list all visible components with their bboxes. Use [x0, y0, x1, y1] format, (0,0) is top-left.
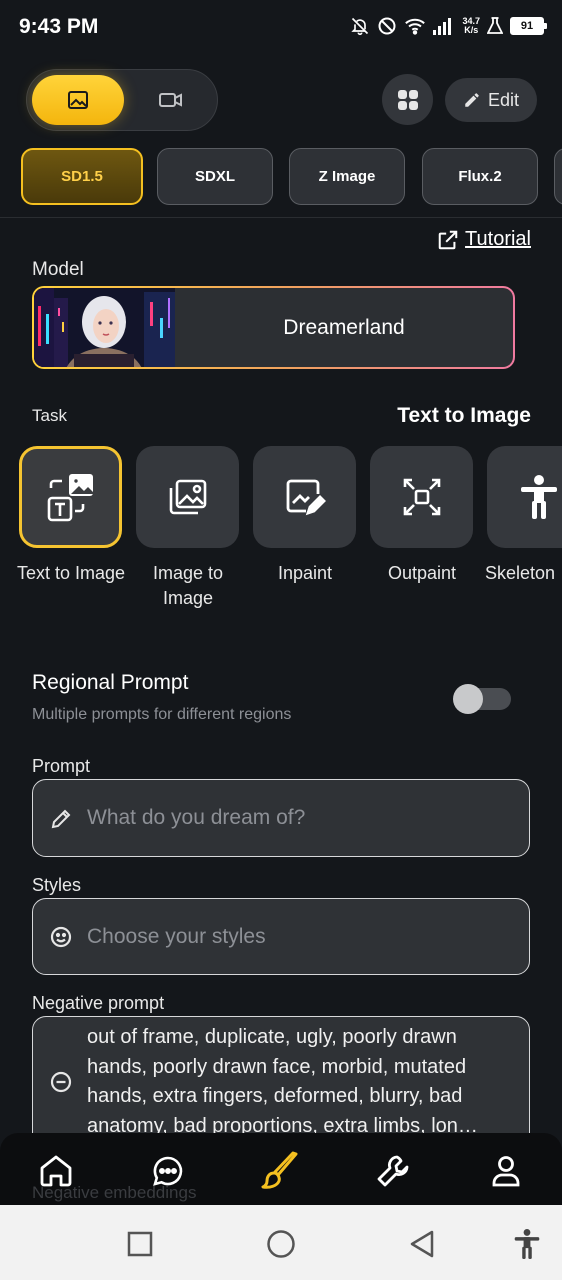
battery-indicator: 91 — [510, 17, 547, 35]
tab-flux2[interactable]: Flux.2 — [422, 148, 538, 205]
pencil-icon — [51, 809, 71, 829]
tutorial-link[interactable]: Tutorial — [437, 228, 531, 251]
divider — [0, 217, 562, 218]
styles-label: Styles — [32, 875, 82, 895]
task-inpaint-tile[interactable] — [253, 446, 356, 548]
accessibility-button[interactable] — [510, 1227, 544, 1261]
video-mode-button[interactable] — [129, 75, 213, 125]
tab-sdxl[interactable]: SDXL — [157, 148, 273, 205]
nav-profile[interactable] — [486, 1151, 526, 1191]
task-label: Text to Image — [16, 563, 126, 583]
external-link-icon — [438, 230, 458, 249]
recents-button[interactable] — [123, 1227, 157, 1261]
task-outpaint-tile[interactable] — [370, 446, 473, 548]
network-speed-unit: K/s — [464, 25, 479, 35]
system-navigation-bar — [0, 1205, 562, 1280]
back-button[interactable] — [405, 1227, 439, 1261]
status-time: 9:43 PM — [19, 15, 99, 38]
tab-sd15[interactable]: SD1.5 — [21, 148, 143, 205]
nav-tools[interactable] — [373, 1151, 413, 1191]
chat-icon — [153, 1156, 183, 1186]
video-icon — [159, 93, 182, 107]
circle-icon — [267, 1230, 295, 1258]
regional-prompt-toggle[interactable] — [453, 684, 511, 714]
do-not-disturb-icon — [378, 17, 396, 35]
pencil-icon — [465, 93, 479, 107]
tutorial-label: Tutorial — [465, 228, 531, 250]
tab-more[interactable] — [554, 148, 562, 205]
edit-button[interactable]: Edit — [445, 78, 537, 122]
task-label: Inpaint — [277, 563, 333, 583]
text-to-image-icon — [47, 474, 93, 522]
edit-label: Edit — [487, 89, 520, 110]
nav-chat[interactable] — [148, 1151, 188, 1191]
grid-icon — [397, 89, 418, 110]
notifications-off-icon — [351, 17, 369, 36]
task-image-to-image-tile[interactable] — [136, 446, 239, 548]
prompt-label: Prompt — [32, 756, 91, 776]
nav-home[interactable] — [36, 1151, 76, 1191]
home-button[interactable] — [264, 1227, 298, 1261]
task-label: Outpaint — [387, 563, 457, 583]
model-type-tabs: SD1.5 SDXL Z Image Flux.2 — [20, 147, 562, 207]
task-label: Skeleton — [485, 563, 556, 583]
mode-toggle — [26, 69, 218, 131]
minus-circle-icon — [50, 1071, 72, 1093]
image-mode-button[interactable] — [32, 75, 124, 125]
task-label: Image to Image — [152, 563, 224, 608]
tab-z-image[interactable]: Z Image — [289, 148, 405, 205]
inpaint-icon — [286, 479, 326, 516]
task-section-label: Task — [32, 406, 67, 425]
current-task: Text to Image — [397, 404, 531, 427]
nav-create[interactable] — [260, 1151, 300, 1191]
styles-selector[interactable]: Choose your styles — [32, 898, 530, 975]
back-triangle-icon — [410, 1230, 434, 1258]
signal-icon — [433, 18, 452, 35]
toggle-knob — [453, 684, 483, 714]
negative-prompt-label: Negative prompt — [32, 993, 165, 1013]
home-icon — [40, 1155, 72, 1187]
task-skeleton-tile[interactable] — [487, 446, 562, 548]
accessibility-icon — [514, 1229, 540, 1259]
model-name: Dreamerland — [283, 315, 405, 339]
prompt-input[interactable]: What do you dream of? — [32, 779, 530, 857]
task-list: Text to Image Image to Image Inpaint Out… — [0, 444, 562, 624]
styles-placeholder: Choose your styles — [87, 925, 266, 948]
model-thumbnail — [34, 288, 175, 367]
network-speed: 34.7 K/s — [462, 17, 480, 35]
image-to-image-icon — [169, 479, 206, 515]
regional-prompt-subtitle: Multiple prompts for different regions — [32, 706, 292, 723]
square-icon — [127, 1231, 153, 1257]
status-icons: 34.7 K/s 91 — [350, 16, 547, 36]
model-selector[interactable]: Dreamerland — [32, 286, 515, 369]
bottom-navigation: Negative embeddings — [0, 1133, 562, 1205]
wrench-icon — [377, 1155, 409, 1187]
skeleton-icon — [520, 475, 557, 519]
outpaint-icon — [403, 478, 440, 516]
apps-grid-button[interactable] — [382, 74, 433, 125]
brush-icon — [261, 1151, 298, 1189]
model-section-label: Model — [32, 259, 84, 280]
prompt-placeholder: What do you dream of? — [87, 806, 306, 829]
profile-icon — [492, 1156, 520, 1187]
task-text-to-image-tile[interactable] — [19, 446, 122, 548]
regional-prompt-title: Regional Prompt — [32, 671, 189, 694]
image-icon — [68, 91, 88, 109]
status-bar: 9:43 PM 34.7 K/s 91 — [0, 0, 562, 58]
smiley-icon — [50, 926, 72, 948]
flask-icon — [487, 17, 503, 34]
negative-prompt-text: out of frame, duplicate, ugly, poorly dr… — [87, 1026, 478, 1137]
wifi-icon — [405, 18, 426, 35]
